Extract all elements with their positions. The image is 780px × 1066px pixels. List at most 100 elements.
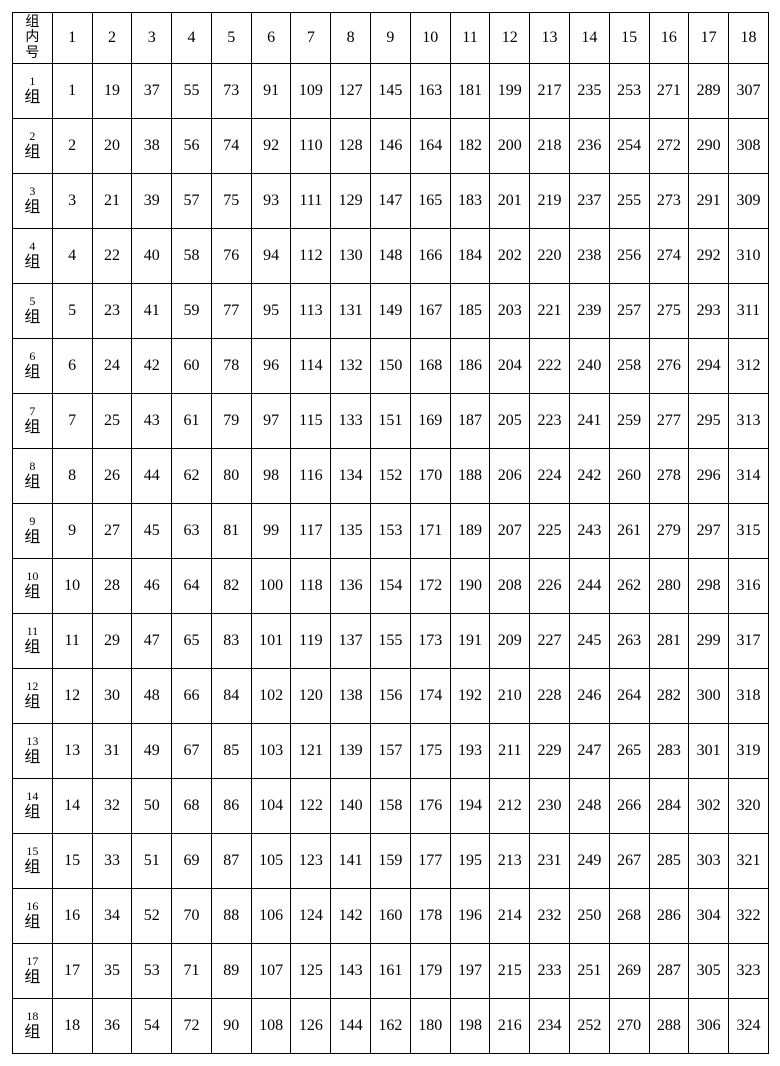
data-cell: 60	[172, 339, 212, 394]
data-cell: 262	[609, 559, 649, 614]
data-cell: 125	[291, 944, 331, 999]
data-cell: 251	[569, 944, 609, 999]
data-cell: 299	[689, 614, 729, 669]
data-cell: 65	[172, 614, 212, 669]
data-cell: 164	[410, 119, 450, 174]
row-header: 8组	[13, 449, 53, 504]
data-cell: 227	[530, 614, 570, 669]
data-cell: 237	[569, 174, 609, 229]
data-cell: 25	[92, 394, 132, 449]
row-header: 18组	[13, 999, 53, 1054]
data-cell: 163	[410, 64, 450, 119]
data-cell: 298	[689, 559, 729, 614]
data-cell: 317	[729, 614, 769, 669]
column-header: 14	[569, 13, 609, 64]
data-cell: 109	[291, 64, 331, 119]
data-cell: 233	[530, 944, 570, 999]
data-cell: 245	[569, 614, 609, 669]
column-header: 3	[132, 13, 172, 64]
data-cell: 105	[251, 834, 291, 889]
data-cell: 152	[371, 449, 411, 504]
data-cell: 77	[211, 284, 251, 339]
column-header: 4	[172, 13, 212, 64]
data-cell: 36	[92, 999, 132, 1054]
column-header: 13	[530, 13, 570, 64]
data-cell: 315	[729, 504, 769, 559]
data-cell: 247	[569, 724, 609, 779]
data-cell: 120	[291, 669, 331, 724]
data-cell: 204	[490, 339, 530, 394]
column-header: 6	[251, 13, 291, 64]
data-cell: 267	[609, 834, 649, 889]
data-cell: 281	[649, 614, 689, 669]
data-cell: 159	[371, 834, 411, 889]
data-cell: 15	[52, 834, 92, 889]
data-cell: 96	[251, 339, 291, 394]
data-cell: 294	[689, 339, 729, 394]
column-header: 18	[729, 13, 769, 64]
data-cell: 274	[649, 229, 689, 284]
data-cell: 194	[450, 779, 490, 834]
data-cell: 297	[689, 504, 729, 559]
data-cell: 191	[450, 614, 490, 669]
data-cell: 156	[371, 669, 411, 724]
data-cell: 42	[132, 339, 172, 394]
data-cell: 111	[291, 174, 331, 229]
data-cell: 46	[132, 559, 172, 614]
data-cell: 199	[490, 64, 530, 119]
data-cell: 268	[609, 889, 649, 944]
data-cell: 287	[649, 944, 689, 999]
data-cell: 151	[371, 394, 411, 449]
data-cell: 265	[609, 724, 649, 779]
data-cell: 27	[92, 504, 132, 559]
data-cell: 214	[490, 889, 530, 944]
data-cell: 155	[371, 614, 411, 669]
column-header: 5	[211, 13, 251, 64]
row-header: 5组	[13, 284, 53, 339]
data-cell: 122	[291, 779, 331, 834]
data-cell: 258	[609, 339, 649, 394]
data-cell: 28	[92, 559, 132, 614]
data-cell: 95	[251, 284, 291, 339]
data-cell: 10	[52, 559, 92, 614]
column-header: 12	[490, 13, 530, 64]
data-cell: 16	[52, 889, 92, 944]
data-cell: 176	[410, 779, 450, 834]
data-cell: 180	[410, 999, 450, 1054]
data-cell: 304	[689, 889, 729, 944]
data-cell: 303	[689, 834, 729, 889]
data-cell: 86	[211, 779, 251, 834]
data-cell: 102	[251, 669, 291, 724]
data-cell: 136	[331, 559, 371, 614]
row-header: 10组	[13, 559, 53, 614]
data-cell: 70	[172, 889, 212, 944]
data-cell: 323	[729, 944, 769, 999]
data-cell: 22	[92, 229, 132, 284]
data-cell: 19	[92, 64, 132, 119]
data-cell: 285	[649, 834, 689, 889]
data-cell: 308	[729, 119, 769, 174]
data-cell: 202	[490, 229, 530, 284]
data-cell: 167	[410, 284, 450, 339]
data-cell: 207	[490, 504, 530, 559]
data-cell: 213	[490, 834, 530, 889]
data-cell: 210	[490, 669, 530, 724]
data-cell: 145	[371, 64, 411, 119]
data-cell: 246	[569, 669, 609, 724]
data-cell: 13	[52, 724, 92, 779]
data-cell: 37	[132, 64, 172, 119]
data-cell: 8	[52, 449, 92, 504]
data-cell: 208	[490, 559, 530, 614]
data-cell: 135	[331, 504, 371, 559]
data-cell: 24	[92, 339, 132, 394]
data-cell: 101	[251, 614, 291, 669]
data-cell: 226	[530, 559, 570, 614]
data-cell: 195	[450, 834, 490, 889]
data-cell: 219	[530, 174, 570, 229]
data-cell: 161	[371, 944, 411, 999]
data-cell: 324	[729, 999, 769, 1054]
data-cell: 243	[569, 504, 609, 559]
data-cell: 17	[52, 944, 92, 999]
data-cell: 236	[569, 119, 609, 174]
data-cell: 272	[649, 119, 689, 174]
